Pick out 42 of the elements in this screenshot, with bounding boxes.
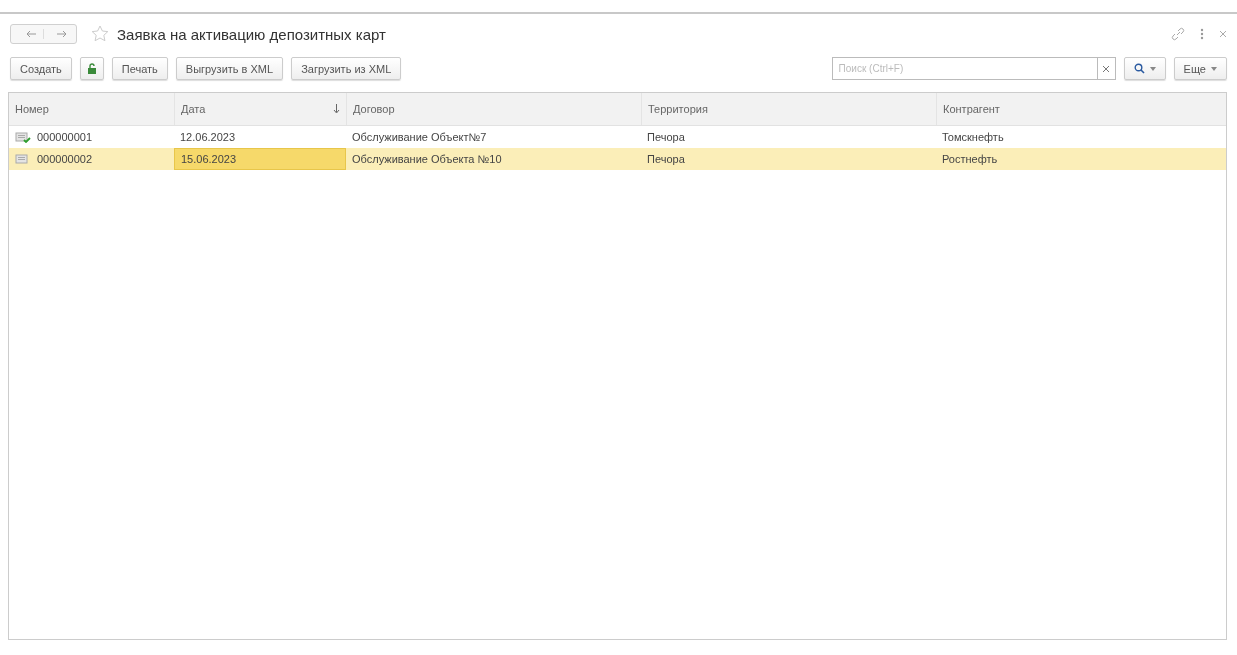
column-header[interactable]: Номер	[9, 93, 174, 125]
toolbar-button[interactable]: Создать	[10, 57, 72, 80]
more-button[interactable]: Еще	[1173, 57, 1227, 80]
lock-icon	[86, 62, 97, 75]
table-cell: 12.06.2023	[180, 131, 236, 143]
forward-arrow-icon[interactable]	[56, 30, 68, 38]
search-button[interactable]	[1123, 57, 1166, 80]
table-cell: 000000001	[37, 131, 93, 143]
star-icon[interactable]	[91, 25, 109, 43]
table-row[interactable]: 000000001 12.06.2023 Обслуживание Объект№7 Печора Томскнефть	[9, 126, 1226, 148]
nav-buttons[interactable]	[10, 24, 77, 44]
caret-icon	[1211, 66, 1217, 71]
clear-icon	[1103, 65, 1110, 72]
table-cell: Печора	[647, 153, 685, 165]
link-icon[interactable]	[1171, 27, 1185, 41]
column-header[interactable]: Дата	[174, 93, 346, 125]
search-icon	[1133, 63, 1145, 74]
table-cell: Печора	[647, 131, 685, 143]
toolbar-button[interactable]: Загрузить из XML	[291, 57, 402, 80]
table-cell: Обслуживание Объекта №10	[352, 153, 502, 165]
lock-button[interactable]	[79, 57, 104, 80]
window-title: Заявка на активацию депозитных карт	[117, 25, 386, 43]
clear-button[interactable]	[1096, 57, 1116, 80]
posted-document-icon	[15, 131, 31, 143]
table-row[interactable]: 000000002 15.06.2023 Обслуживание Объекта №10 Печора Ростнефть	[9, 148, 1226, 170]
table-cell: Ростнефть	[942, 153, 998, 165]
caret-icon	[1149, 66, 1156, 71]
toolbar-button[interactable]: Выгрузить в XML	[175, 57, 284, 80]
column-header[interactable]: Территория	[641, 93, 936, 125]
table-cell: Обслуживание Объект№7	[352, 131, 487, 143]
more-vertical-icon[interactable]	[1199, 27, 1205, 41]
toolbar-button[interactable]: Печать	[111, 57, 168, 80]
table-cell: 000000002	[37, 153, 93, 165]
column-header[interactable]: Договор	[346, 93, 641, 125]
sort-down-icon	[333, 104, 340, 114]
back-arrow-icon[interactable]	[25, 30, 37, 38]
close-icon[interactable]	[1219, 30, 1227, 38]
table-cell: Томскнефть	[942, 131, 1004, 143]
document-icon	[15, 153, 31, 165]
table-cell: 15.06.2023	[181, 153, 237, 165]
search-field[interactable]: Поиск (Ctrl+F)	[831, 57, 1097, 80]
column-header[interactable]: Контрагент	[936, 93, 1226, 125]
